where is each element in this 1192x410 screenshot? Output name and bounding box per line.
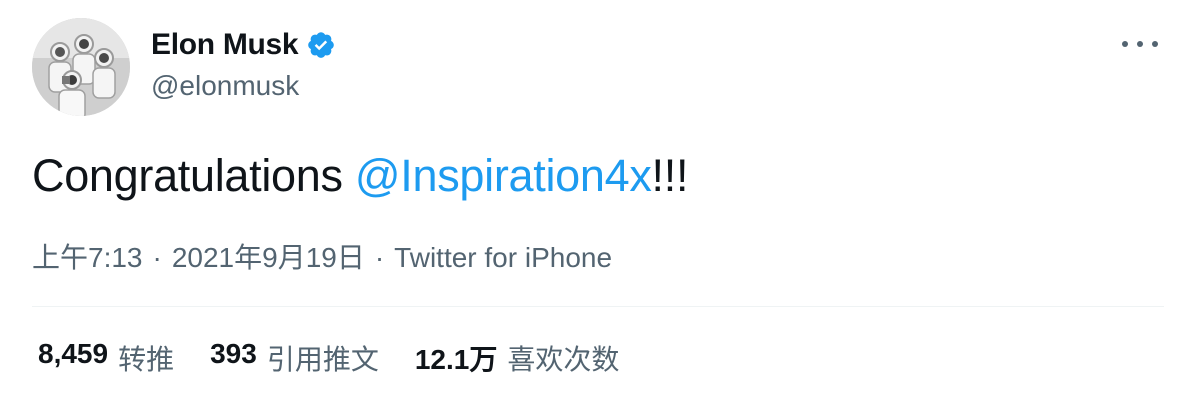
tweet-text-after: !!!	[651, 150, 689, 201]
verified-badge-icon	[306, 30, 336, 60]
display-name[interactable]: Elon Musk	[151, 28, 299, 62]
avatar-image	[32, 18, 130, 116]
name-row: Elon Musk	[151, 28, 336, 62]
tweet-text-before: Congratulations	[32, 150, 355, 201]
mention-link[interactable]: @Inspiration4x	[355, 150, 652, 201]
dot	[1137, 41, 1143, 47]
user-handle[interactable]: @elonmusk	[151, 70, 299, 102]
avatar[interactable]	[32, 18, 130, 116]
dot	[1122, 41, 1128, 47]
retweets-label: 转推	[118, 344, 175, 375]
meta-separator: ·	[374, 242, 385, 273]
dot	[1152, 41, 1158, 47]
tweet-time[interactable]: 上午7:13	[32, 242, 143, 273]
quote-tweets-stat[interactable]: 393 引用推文	[210, 338, 379, 378]
quote-tweets-label: 引用推文	[266, 344, 379, 375]
likes-count: 12.1万	[414, 344, 498, 375]
retweets-stat[interactable]: 8,459 转推	[38, 338, 174, 378]
tweet-text: Congratulations @Inspiration4x!!!	[32, 148, 688, 204]
quote-tweets-count: 393	[210, 338, 257, 369]
likes-stat[interactable]: 12.1万 喜欢次数	[415, 338, 620, 378]
tweet-source[interactable]: Twitter for iPhone	[394, 242, 612, 273]
tweet-card: Elon Musk @elonmusk Congratulations @Ins…	[0, 0, 1192, 410]
tweet-meta: 上午7:13 · 2021年9月19日 · Twitter for iPhone	[32, 236, 612, 276]
divider	[32, 306, 1164, 307]
tweet-stats: 8,459 转推 393 引用推文 12.1万 喜欢次数	[38, 338, 619, 378]
likes-label: 喜欢次数	[507, 344, 620, 375]
more-options-icon[interactable]	[1122, 32, 1158, 56]
retweets-count: 8,459	[38, 338, 109, 369]
tweet-date[interactable]: 2021年9月19日	[172, 242, 365, 273]
meta-separator: ·	[152, 242, 162, 273]
